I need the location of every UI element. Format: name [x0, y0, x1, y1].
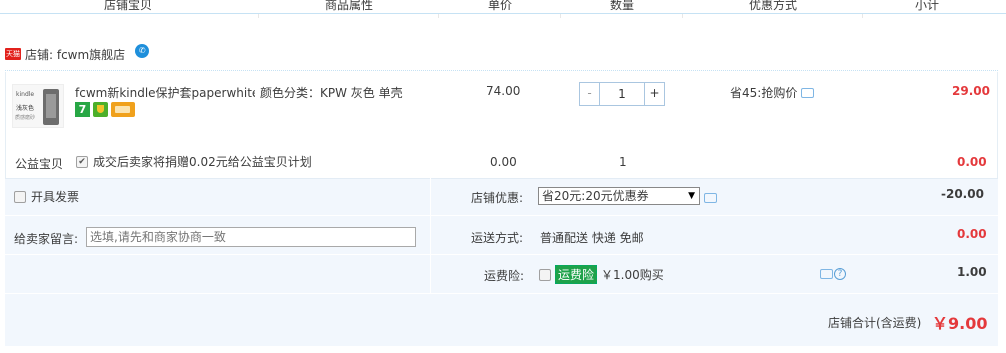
- col-header-subtotal: 小计: [915, 0, 940, 12]
- shop-row: 天猫 店铺: fcwm旗舰店 ✆: [5, 44, 150, 64]
- shop-total-label: 店铺合计(含运费): [828, 316, 922, 330]
- shop-discount-amount: -20.00: [941, 187, 984, 201]
- thumb-text-finish: 质感磨砂: [15, 115, 36, 121]
- unit-price: 74.00: [486, 84, 521, 98]
- charity-price: 0.00: [490, 155, 517, 169]
- shipping-method: 普通配送 快递 免邮: [540, 231, 644, 245]
- thumb-text-brand: kindle: [16, 91, 35, 98]
- insurance-tag: 运费险: [555, 265, 598, 284]
- insurance-checkbox[interactable]: [539, 268, 551, 281]
- chevron-down-icon: ▼: [688, 191, 695, 201]
- credit-card-payment-icon[interactable]: [111, 102, 135, 117]
- col-header-unit-price: 单价: [488, 0, 513, 12]
- promotion-info: 省45:抢购价: [730, 84, 815, 101]
- seven-day-return-icon[interactable]: 7: [75, 102, 90, 117]
- thumb-text-color: 浅灰色: [16, 105, 35, 112]
- item-subtotal: 29.00: [952, 84, 990, 98]
- col-header-promotion: 优惠方式: [749, 0, 798, 12]
- invoice-label: 开具发票: [31, 190, 80, 204]
- service-badges: 7: [75, 102, 135, 117]
- panel-divider: [5, 254, 998, 255]
- insurance-price: ￥1.00购买: [601, 268, 664, 282]
- help-icon[interactable]: ?: [834, 268, 846, 280]
- col-header-item: 店铺宝贝: [104, 0, 153, 12]
- shop-discount-label: 店铺优惠:: [471, 191, 524, 205]
- charity-label: 公益宝贝: [15, 157, 64, 171]
- insurance-option: 运费险 ￥1.00购买: [539, 265, 664, 284]
- shipping-label: 运送方式:: [471, 231, 524, 245]
- shop-name-link[interactable]: 店铺: fcwm旗舰店: [25, 46, 125, 63]
- quantity-stepper: - +: [579, 82, 665, 106]
- panel-divider-vertical: [430, 178, 431, 293]
- cart-table-header: 店铺宝贝 商品属性 单价 数量 优惠方式 小计: [0, 0, 1006, 18]
- insurance-label: 运费险:: [484, 269, 525, 283]
- product-attribute: 颜色分类：KPW 灰色 单壳: [260, 86, 403, 100]
- invoice-option: 开具发票: [14, 188, 79, 205]
- invoice-checkbox[interactable]: [14, 190, 26, 203]
- quantity-increase-button[interactable]: +: [644, 83, 664, 105]
- shop-discount-select[interactable]: 省20元:20元优惠券 ▼: [538, 187, 700, 205]
- insurance-help: ?: [820, 268, 846, 280]
- insurance-comment-icon[interactable]: [820, 269, 833, 279]
- wangwang-chat-icon[interactable]: ✆: [135, 44, 150, 58]
- discount-comment-icon[interactable]: [704, 193, 717, 203]
- panel-divider: [5, 293, 998, 294]
- seller-message-label: 给卖家留言:: [14, 232, 79, 246]
- charity-text: 成交后卖家将捐赠0.02元给公益宝贝计划: [93, 155, 312, 169]
- charity-subtotal: 0.00: [957, 155, 987, 169]
- product-thumbnail[interactable]: kindle 浅灰色 质感磨砂: [12, 84, 64, 128]
- charity-quantity: 1: [619, 155, 627, 169]
- seller-message-input[interactable]: [86, 227, 416, 247]
- insurance-amount: 1.00: [957, 265, 987, 279]
- quantity-input[interactable]: [600, 83, 644, 105]
- charity-option: ✔ 成交后卖家将捐赠0.02元给公益宝贝计划: [76, 153, 312, 170]
- tmall-badge-icon: 天猫: [5, 48, 21, 60]
- promotion-comment-icon[interactable]: [801, 87, 815, 98]
- shop-divider: [5, 70, 998, 71]
- col-header-attributes: 商品属性: [325, 0, 374, 12]
- shop-discount-selected: 省20元:20元优惠券: [542, 189, 649, 203]
- col-header-quantity: 数量: [610, 0, 635, 12]
- panel-divider: [5, 215, 998, 216]
- consumer-protection-icon[interactable]: [93, 102, 108, 117]
- product-title-link[interactable]: fcwm新kindle保护套paperwhite...: [75, 84, 255, 101]
- quantity-decrease-button[interactable]: -: [580, 83, 600, 105]
- promotion-text: 省45:抢购价: [730, 86, 798, 100]
- shop-total-value: ￥9.00: [932, 314, 988, 333]
- kindle-device-image: [43, 89, 59, 125]
- shipping-amount: 0.00: [957, 227, 987, 241]
- charity-checkbox[interactable]: ✔: [76, 155, 88, 168]
